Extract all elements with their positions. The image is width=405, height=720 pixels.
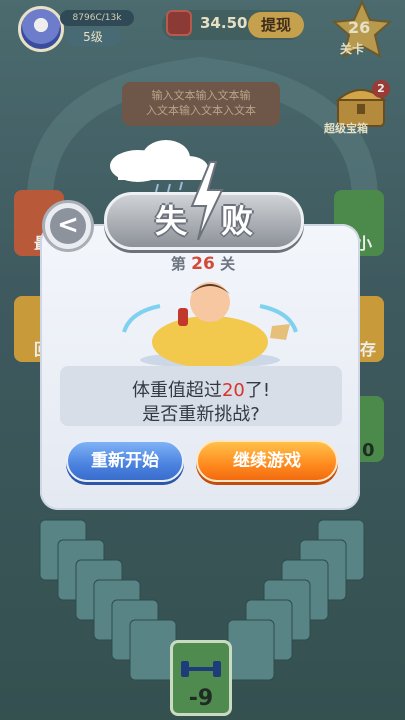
- dialog-stage-line: 第 26 关: [150, 253, 256, 274]
- back-arrow-icon[interactable]: <: [50, 208, 86, 244]
- lightning-bolt-icon: [190, 161, 224, 241]
- level-progress-text: 8796C/13k: [60, 10, 134, 26]
- tutorial-line-2: 入文本输入文本入文本: [146, 104, 256, 117]
- withdraw-button[interactable]: 提现: [248, 12, 304, 38]
- continue-button[interactable]: 继续游戏: [196, 440, 338, 482]
- message-suffix: 了!: [244, 380, 271, 401]
- stage-suffix: 关: [220, 255, 236, 273]
- top-bar: 8796C/13k 5级 34.50 提现 26 关卡: [0, 0, 405, 60]
- restart-button[interactable]: 重新开始: [66, 440, 184, 482]
- red-envelope-icon: [166, 10, 192, 36]
- stage-number: 26: [348, 18, 371, 37]
- stage-label: 关卡: [340, 42, 365, 56]
- player-avatar[interactable]: [18, 6, 64, 52]
- tutorial-banner: 输入文本输入文本输 入文本输入文本入文本: [122, 82, 280, 126]
- player-level: 5级: [66, 28, 120, 46]
- dumbbell-icon: [181, 661, 221, 677]
- crying-character-illustration: [122, 282, 298, 366]
- treasure-label: 超级宝箱: [324, 122, 368, 135]
- treasure-count-badge: 2: [372, 80, 390, 98]
- side-tile-label: 存: [360, 340, 377, 359]
- message-prefix: 体重值超过: [131, 380, 222, 401]
- current-card-value: -9: [188, 686, 214, 711]
- dialog-stage-number: 26: [191, 254, 215, 274]
- side-tile-label: 0: [362, 440, 375, 461]
- weight-limit-value: 20: [221, 380, 245, 401]
- stage-prefix: 第: [170, 255, 186, 273]
- cash-value: 34.50: [200, 14, 248, 32]
- message-line-1: 体重值超过20了!: [60, 376, 342, 402]
- tutorial-line-1: 输入文本输入文本输: [151, 89, 251, 102]
- message-line-2: 是否重新挑战?: [142, 404, 260, 425]
